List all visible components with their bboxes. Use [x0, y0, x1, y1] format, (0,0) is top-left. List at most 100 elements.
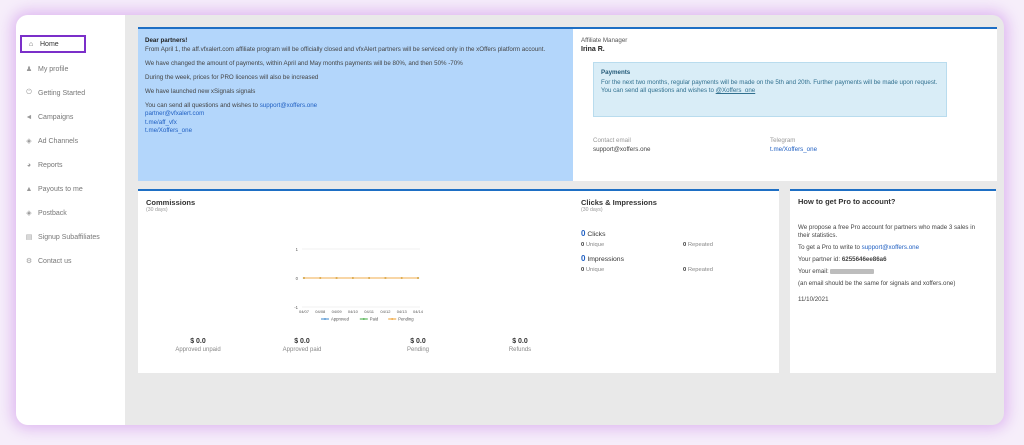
user-icon: ♟ — [25, 66, 33, 73]
get-pro-card: How to get Pro to account? We propose a … — [790, 189, 996, 373]
partners-notice: Dear partners! From April 1, the aff.vfx… — [138, 27, 578, 181]
chart-x-tick-label: 04/09 — [332, 309, 343, 314]
notice-telegram-link[interactable]: t.me/Xoffers_one — [145, 127, 571, 136]
satellite-icon: ◈ — [26, 138, 32, 145]
sidebar-item-postback[interactable]: ◈ Postback — [20, 204, 120, 222]
clicks-metric: 0 Clicks — [581, 229, 605, 238]
notice-email-link[interactable]: support@xoffers.one — [260, 102, 317, 109]
sidebar-item-label: Payouts to me — [38, 185, 83, 193]
repeated-label: Repeated — [687, 242, 713, 248]
bullhorn-icon: ◄ — [25, 113, 33, 121]
sidebar-item-campaigns[interactable]: ◄ Campaigns — [20, 108, 120, 126]
sidebar-item-ad-channels[interactable]: ◈ Ad Channels — [20, 132, 120, 150]
sidebar-item-signup-subaffiliates[interactable]: ▤ Signup Subaffiliates — [20, 228, 120, 246]
repeated-count: 0 — [683, 267, 687, 273]
payments-telegram-link[interactable]: @Xoffers_one — [716, 87, 756, 94]
sidebar: ⌂ Home ♟ My profile ⏻ Getting Started ◄ … — [16, 15, 125, 425]
manager-name: Irina R. — [581, 46, 605, 53]
chart-point — [384, 277, 387, 279]
manager-label: Affiliate Manager — [581, 37, 628, 44]
redacted-email — [830, 268, 875, 274]
total-amount: $ 0.0 — [512, 338, 528, 345]
sidebar-item-contact-us[interactable]: ⚙ Contact us — [20, 252, 120, 270]
clicks-count: 0 — [581, 229, 586, 238]
chart-y-tick-label: 0 — [296, 276, 299, 281]
user-email-row: Your email: — [798, 268, 988, 276]
total-label: Approved paid — [282, 347, 322, 353]
affiliate-manager-card: Affiliate Manager Irina R. Payments For … — [573, 27, 997, 181]
partner-id-row: Your partner id: 6255646ee86a6 — [798, 256, 988, 264]
payments-contact: You can send all questions and wishes to… — [601, 87, 939, 96]
unique-count: 0 — [581, 267, 585, 273]
clicks-label: Clicks — [587, 231, 606, 238]
sidebar-item-label: Campaigns — [38, 113, 74, 121]
chart-x-tick-label: 04/13 — [397, 309, 408, 314]
id-card-icon: ▤ — [25, 234, 33, 241]
contact-email-value: support@xoffers.one — [593, 146, 651, 153]
total-amount: $ 0.0 — [410, 338, 426, 345]
payments-text: You can send all questions and wishes to — [601, 87, 714, 94]
partner-id-label: Your partner id: — [798, 256, 841, 263]
telegram-label: Telegram — [770, 137, 796, 144]
sidebar-item-label: Reports — [38, 161, 63, 169]
chart-legend-marker — [362, 318, 365, 320]
sidebar-item-getting-started[interactable]: ⏻ Getting Started — [20, 84, 120, 102]
impressions-count: 0 — [581, 254, 586, 263]
chart-point — [319, 277, 322, 279]
commissions-chart: 10-104/07 04/08 04/09 04/10 04/11 04/12 04/13 0… — [294, 247, 424, 322]
clicks-title: Clicks & Impressions — [581, 198, 657, 207]
notice-contacts: You can send all questions and wishes to… — [145, 102, 571, 136]
partner-id-value: 6255646ee86a6 — [841, 256, 887, 263]
pie-chart-icon: ◕ — [26, 161, 32, 169]
sidebar-item-label: Postback — [38, 209, 67, 217]
sidebar-item-payouts[interactable]: ▲ Payouts to me — [20, 180, 120, 198]
chart-legend-label: Paid — [370, 317, 379, 322]
total-pending: $ 0.0 Pending — [378, 338, 458, 353]
commissions-card: Commissions (30 days) 1 0 -1 04/07 04/08 04/0… — [138, 189, 578, 373]
money-bag-icon: ▲ — [25, 185, 33, 193]
impressions-label: Impressions — [587, 256, 624, 263]
chart-legend-label: Approved — [331, 317, 350, 322]
chart-point — [417, 277, 419, 279]
sidebar-item-reports[interactable]: ◕ Reports — [20, 156, 120, 174]
chart-legend-marker — [391, 318, 394, 320]
notice-telegram-link[interactable]: t.me/aff_vfx — [145, 119, 571, 128]
sidebar-item-my-profile[interactable]: ♟ My profile — [20, 60, 120, 78]
repeated-label: Repeated — [687, 267, 713, 273]
get-pro-text: We propose a free Pro account for partne… — [798, 224, 976, 239]
chart-point — [368, 277, 371, 279]
chart-point — [335, 277, 338, 279]
notice-paragraph: From April 1, the aff.vfxalert.com affil… — [145, 45, 546, 53]
impressions-repeated: 0 Repeated — [683, 267, 713, 273]
total-amount: $ 0.0 — [294, 338, 310, 345]
get-pro-email-link[interactable]: support@xoffers.one — [862, 244, 919, 251]
contact-email: Contact email support@xoffers.one — [593, 136, 650, 154]
total-approved-paid: $ 0.0 Approved paid — [262, 338, 342, 353]
unique-label: Unique — [585, 242, 605, 248]
chart-legend-marker — [324, 318, 326, 320]
chart-x-tick-label: 04/07 — [299, 309, 310, 314]
notice-paragraph: We have changed the amount of payments, … — [145, 59, 463, 67]
total-refunds: $ 0.0 Refunds — [480, 338, 560, 353]
get-pro-date: 11/10/2021 — [798, 296, 829, 303]
impressions-metric: 0 Impressions — [581, 254, 624, 263]
telegram-link[interactable]: t.me/Xoffers_one — [770, 145, 817, 154]
get-pro-text: To get a Pro to write to — [798, 244, 860, 251]
sidebar-item-label: My profile — [38, 65, 69, 73]
total-label: Refunds — [508, 347, 532, 353]
chart-x-tick-label: 04/11 — [364, 309, 374, 314]
sidebar-item-label: Getting Started — [38, 89, 86, 97]
chart-x-tick-label: 04/10 — [348, 309, 359, 314]
commissions-title: Commissions — [146, 198, 196, 207]
chart-x-tick-label: 04/14 — [413, 309, 424, 314]
sidebar-item-home[interactable]: ⌂ Home — [20, 35, 86, 53]
get-pro-contact: To get a Pro to write to support@xoffers… — [798, 244, 988, 252]
chart-point — [400, 277, 403, 279]
repeated-count: 0 — [683, 242, 687, 248]
notice-partner-email-link[interactable]: partner@vfxalert.com — [145, 110, 571, 119]
clicks-unique: 0 Unique — [581, 242, 604, 248]
chart-y-tick-label: 1 — [296, 247, 299, 252]
commissions-subtitle: (30 days) — [146, 207, 168, 213]
total-approved-unpaid: $ 0.0 Approved unpaid — [158, 338, 238, 353]
power-icon: ⏻ — [26, 89, 32, 96]
